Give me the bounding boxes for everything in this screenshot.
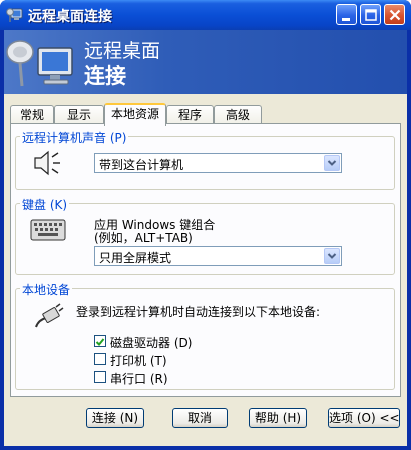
close-button[interactable] <box>384 4 405 25</box>
disk-drives-label[interactable]: 磁盘驱动器 (D) <box>110 334 192 351</box>
connect-button[interactable]: 连接 (N) <box>86 408 144 428</box>
sound-dropdown-button[interactable] <box>324 155 340 171</box>
keyboard-group-label: 键盘 (K) <box>20 196 70 213</box>
cancel-button[interactable]: 取消 <box>172 408 228 428</box>
serial-ports-checkbox[interactable] <box>94 371 106 383</box>
tab-local-resources[interactable]: 本地资源 <box>104 103 166 126</box>
sound-group-label: 远程计算机声音 (P) <box>20 129 129 146</box>
close-icon <box>389 9 401 21</box>
speaker-icon <box>34 150 60 176</box>
maximize-button[interactable] <box>360 4 381 25</box>
minimize-icon <box>342 18 350 21</box>
help-button[interactable]: 帮助 (H) <box>249 408 307 428</box>
checkmark-icon <box>95 338 105 346</box>
keyboard-select[interactable]: 只用全屏模式 <box>94 246 342 266</box>
options-button[interactable]: 选项 (O) << <box>328 408 400 428</box>
chevron-down-icon <box>327 160 337 166</box>
keyboard-icon <box>30 219 66 241</box>
sound-group: 远程计算机声音 (P) 带到这台计算机 <box>15 129 395 190</box>
keyboard-select-value: 只用全屏模式 <box>99 251 172 265</box>
window-title: 远程桌面连接 <box>28 9 112 25</box>
serial-ports-label[interactable]: 串行口 (R) <box>110 370 168 387</box>
keyboard-description-line2: (例如，ALT+TAB) <box>94 231 193 245</box>
remote-desktop-logo-icon <box>6 40 73 87</box>
tab-display[interactable]: 显示 <box>54 105 104 125</box>
minimize-button[interactable] <box>336 4 357 25</box>
chevron-down-icon <box>327 253 337 259</box>
keyboard-group: 键盘 (K) 应用 Windows 键组合 (例如，ALT+TAB) 只用全屏模… <box>15 196 395 275</box>
dialog-body: 远程桌面 连接 常规 显示 本地资源 程序 高级 远程计算机声音 (P) 带到这… <box>4 30 407 446</box>
local-devices-group: 本地设备 登录到远程计算机时自动连接到以下本地设备: 磁盘驱动器 (D) 打印机… <box>15 281 395 390</box>
sound-select-value: 带到这台计算机 <box>99 158 184 172</box>
sound-select[interactable]: 带到这台计算机 <box>94 153 342 173</box>
tab-general[interactable]: 常规 <box>10 105 54 125</box>
remote-desktop-app-icon <box>6 8 23 22</box>
remote-desktop-window: 远程桌面连接 远程桌面 连接 常规 显示 本地资源 程序 高级 远程计算机声音 … <box>0 0 411 450</box>
banner-title-line1: 远程桌面 <box>84 40 161 62</box>
banner: 远程桌面 连接 <box>4 30 407 94</box>
devices-description: 登录到远程计算机时自动连接到以下本地设备: <box>76 305 321 319</box>
tab-panel-local-resources: 远程计算机声音 (P) 带到这台计算机 键盘 (K) 应用 Windows 键组… <box>10 123 401 397</box>
disk-drives-checkbox[interactable] <box>94 335 106 347</box>
banner-title-line2: 连接 <box>84 64 126 88</box>
printers-checkbox[interactable] <box>94 353 106 365</box>
plug-icon <box>35 303 64 328</box>
local-devices-group-label: 本地设备 <box>20 281 73 298</box>
title-bar[interactable]: 远程桌面连接 <box>0 0 411 30</box>
keyboard-dropdown-button[interactable] <box>324 248 340 264</box>
tab-advanced[interactable]: 高级 <box>214 105 262 125</box>
tab-programs[interactable]: 程序 <box>166 105 214 125</box>
maximize-icon <box>365 9 377 21</box>
printers-label[interactable]: 打印机 (T) <box>110 352 167 369</box>
